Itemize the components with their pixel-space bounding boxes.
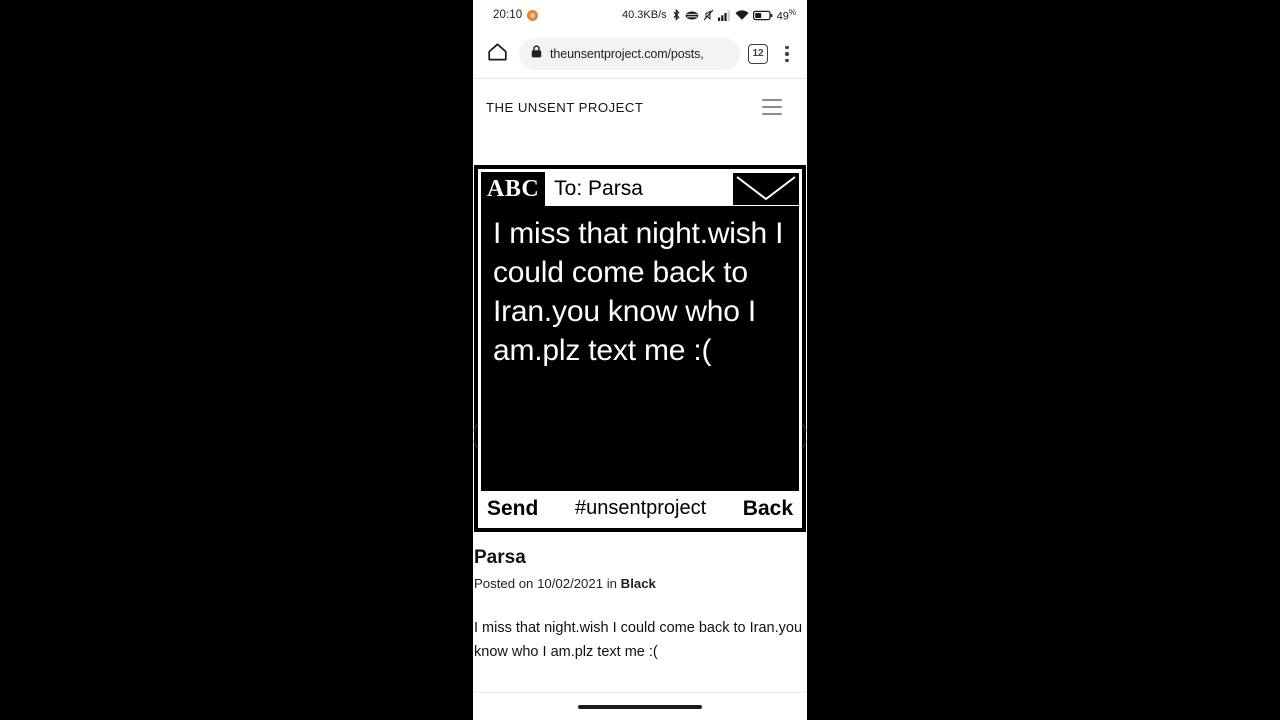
message-text: I miss that night.wish I could come back… xyxy=(481,206,799,491)
post-date: 10/02/2021 xyxy=(537,575,604,591)
wifi-icon xyxy=(735,9,749,21)
mute-icon xyxy=(703,9,714,21)
back-button[interactable]: Back xyxy=(743,498,793,519)
send-button[interactable]: Send xyxy=(487,498,538,519)
battery-icon xyxy=(752,10,773,21)
posted-prefix: Posted on xyxy=(474,575,538,591)
kebab-menu-icon[interactable] xyxy=(776,45,798,63)
recipient-label: To: Parsa xyxy=(554,177,643,200)
hamburger-menu-icon[interactable] xyxy=(762,98,782,116)
message-card-header: ABC To: Parsa xyxy=(481,172,799,206)
battery-level-label: 49% xyxy=(776,7,796,23)
hashtag-label: #unsentproject xyxy=(574,497,707,519)
header-spacer xyxy=(473,135,807,165)
network-speed-label: 40.3KB/s xyxy=(621,9,667,21)
message-card-footer: Send #unsentproject Back xyxy=(481,491,799,525)
status-bar-left: 20:10 xyxy=(493,9,539,21)
signal-icon xyxy=(717,10,731,21)
bluetooth-icon xyxy=(672,8,681,22)
post-subtitle: Posted on 10/02/2021 in Black xyxy=(474,576,806,591)
unsent-message-card[interactable]: ABC To: Parsa I miss that night.wish I c… xyxy=(474,165,806,532)
phone-screen: 20:10 40.3KB/s 49% theunsentproject.com/… xyxy=(473,0,807,720)
home-icon xyxy=(487,42,508,67)
browser-toolbar: theunsentproject.com/posts, 12 xyxy=(473,30,807,78)
tab-switcher-button[interactable]: 12 xyxy=(748,44,768,64)
message-card-area: ABC To: Parsa I miss that night.wish I c… xyxy=(473,165,807,532)
status-bar-right: 40.3KB/s 49% xyxy=(622,8,796,23)
screenshot-stage: 20:10 40.3KB/s 49% theunsentproject.com/… xyxy=(0,0,1280,720)
post-color[interactable]: Black xyxy=(621,576,656,591)
font-style-badge[interactable]: ABC xyxy=(481,172,546,206)
alarm-dot-icon xyxy=(527,9,539,21)
envelope-icon xyxy=(733,173,799,205)
site-header: THE UNSENT PROJECT xyxy=(473,79,807,135)
site-brand[interactable]: THE UNSENT PROJECT xyxy=(486,100,643,115)
url-text: theunsentproject.com/posts, xyxy=(550,47,704,61)
lock-icon xyxy=(531,45,542,63)
post-meta: Parsa Posted on 10/02/2021 in Black xyxy=(474,532,806,591)
vpn-icon xyxy=(685,10,699,21)
post-title: Parsa xyxy=(474,547,526,568)
home-button[interactable] xyxy=(483,40,511,68)
site-content: THE UNSENT PROJECT ABC To: Parsa I miss … xyxy=(473,79,807,664)
url-bar[interactable]: theunsentproject.com/posts, xyxy=(519,38,740,70)
status-bar: 20:10 40.3KB/s 49% xyxy=(473,0,807,30)
chevron-right-icon[interactable] xyxy=(799,423,807,449)
home-gesture-pill[interactable] xyxy=(578,704,702,709)
post-body-text: I miss that night.wish I could come back… xyxy=(474,619,803,660)
chevron-left-icon[interactable] xyxy=(473,423,481,449)
post-in-word: in xyxy=(603,575,621,591)
system-navigation-bar xyxy=(473,692,807,720)
status-bar-clock: 20:10 xyxy=(493,9,523,21)
